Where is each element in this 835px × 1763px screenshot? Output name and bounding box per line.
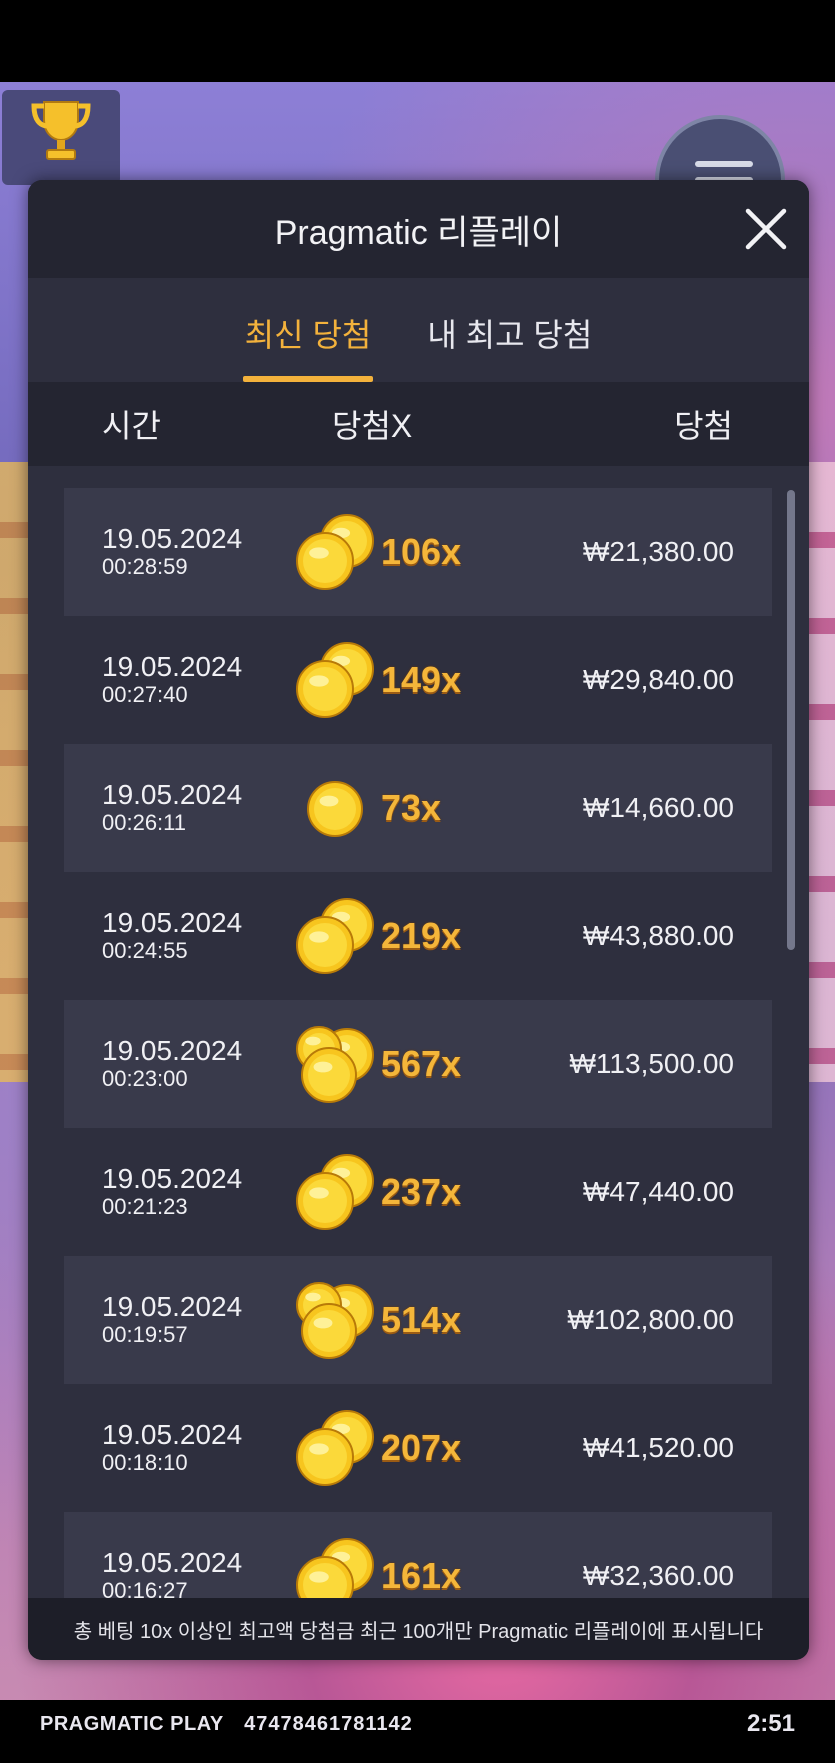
row-coins: [289, 1275, 381, 1365]
modal-header: Pragmatic 리플레이: [28, 180, 809, 278]
row-coins: [289, 507, 381, 597]
row-datetime: 19.05.2024 00:26:11: [64, 780, 289, 836]
row-date: 19.05.2024: [102, 1291, 243, 1322]
row-date: 19.05.2024: [102, 523, 243, 554]
row-win: ₩32,360.00: [583, 1560, 734, 1591]
table-row[interactable]: 19.05.2024 00:21:23 237x ₩47,440.00: [64, 1128, 772, 1256]
row-date: 19.05.2024: [102, 651, 243, 682]
row-datetime: 19.05.2024 00:27:40: [64, 652, 289, 708]
row-datetime: 19.05.2024 00:24:55: [64, 908, 289, 964]
row-time: 00:21:23: [102, 1194, 188, 1219]
row-coins: [289, 763, 381, 853]
table-row[interactable]: 19.05.2024 00:16:27 161x ₩32,360.00: [64, 1512, 772, 1598]
wins-list[interactable]: 19.05.2024 00:28:59 106x ₩21,380.00 19.0…: [28, 466, 809, 1598]
scrollbar[interactable]: [787, 490, 795, 950]
row-win: ₩41,520.00: [583, 1432, 734, 1463]
footer-note: 총 베팅 10x 이상인 최고액 당첨금 최근 100개만 Pragmatic …: [28, 1598, 809, 1660]
row-win: ₩21,380.00: [583, 536, 734, 567]
row-coins: [289, 635, 381, 725]
row-multiplier: 106x: [381, 531, 462, 572]
column-win: 당첨: [674, 408, 733, 444]
column-time: 시간: [102, 408, 161, 444]
row-datetime: 19.05.2024 00:21:23: [64, 1164, 289, 1220]
row-coins: [289, 1403, 381, 1493]
gold-coin-icon: [296, 1282, 374, 1359]
hamburger-menu-icon: [695, 161, 753, 167]
status-bar: [0, 0, 835, 82]
gold-coin-icon: [296, 514, 374, 590]
table-row[interactable]: 19.05.2024 00:26:11 73x ₩14,660.00: [64, 744, 772, 872]
row-coins: [289, 891, 381, 981]
row-time: 00:27:40: [102, 682, 188, 707]
row-date: 19.05.2024: [102, 907, 243, 938]
row-multiplier: 514x: [381, 1299, 462, 1340]
row-datetime: 19.05.2024 00:23:00: [64, 1036, 289, 1092]
row-multiplier: 161x: [381, 1555, 462, 1596]
row-time: 00:16:27: [102, 1578, 188, 1598]
tab-my-best-wins[interactable]: 내 최고 당첨: [427, 310, 592, 382]
row-multiplier: 149x: [381, 659, 462, 700]
session-id: 47478461781142: [244, 1712, 413, 1735]
row-datetime: 19.05.2024 00:16:27: [64, 1547, 289, 1599]
row-time: 00:18:10: [102, 1450, 188, 1475]
tab-bar: 최신 당첨 내 최고 당첨: [28, 278, 809, 382]
brand-logo: PRAGMATIC PLAY: [40, 1712, 224, 1735]
row-win: ₩113,500.00: [569, 1048, 735, 1079]
row-coins: [289, 1019, 381, 1109]
gold-coin-icon: [296, 642, 374, 718]
row-time: 00:28:59: [102, 554, 188, 579]
trophy-button[interactable]: [2, 90, 120, 185]
row-win: ₩29,840.00: [583, 664, 734, 695]
row-win: ₩14,660.00: [583, 792, 734, 823]
table-header: 시간 당첨X 당첨: [28, 382, 809, 466]
gold-coin-icon: [296, 898, 374, 974]
right-reel-edge: [805, 462, 835, 1082]
gold-coin-icon: [296, 1538, 374, 1598]
row-multiplier: 207x: [381, 1427, 462, 1468]
row-time: 00:23:00: [102, 1066, 188, 1091]
row-win: ₩43,880.00: [583, 920, 734, 951]
row-date: 19.05.2024: [102, 1163, 243, 1194]
row-datetime: 19.05.2024 00:28:59: [64, 524, 289, 580]
close-icon[interactable]: [743, 206, 789, 252]
gold-coin-icon: [296, 1026, 374, 1103]
row-coins: [289, 1147, 381, 1237]
replay-modal: Pragmatic 리플레이 최신 당첨 내 최고 당첨 시간 당첨X 당첨 1…: [28, 180, 809, 1660]
gold-coin-icon: [296, 1154, 374, 1230]
table-row[interactable]: 19.05.2024 00:23:00 567x ₩113,500.00: [64, 1000, 772, 1128]
row-win: ₩47,440.00: [583, 1176, 734, 1207]
row-date: 19.05.2024: [102, 1547, 243, 1578]
row-multiplier: 567x: [381, 1043, 462, 1084]
row-datetime: 19.05.2024 00:19:57: [64, 1292, 289, 1348]
gold-coin-icon: [296, 1410, 374, 1486]
table-row[interactable]: 19.05.2024 00:18:10 207x ₩41,520.00: [64, 1384, 772, 1512]
left-reel-edge: [0, 462, 28, 1082]
row-multiplier: 219x: [381, 915, 462, 956]
row-coins: [289, 1531, 381, 1598]
row-multiplier: 73x: [381, 787, 442, 828]
column-multiplier: 당첨X: [332, 408, 413, 444]
bottom-info: PRAGMATIC PLAY 47478461781142 2:51: [0, 1700, 835, 1748]
table-row[interactable]: 19.05.2024 00:19:57 514x ₩102,800.00: [64, 1256, 772, 1384]
row-time: 00:19:57: [102, 1322, 188, 1347]
table-row[interactable]: 19.05.2024 00:24:55 219x ₩43,880.00: [64, 872, 772, 1000]
modal-title: Pragmatic 리플레이: [274, 213, 563, 252]
table-row[interactable]: 19.05.2024 00:28:59 106x ₩21,380.00: [64, 488, 772, 616]
row-win: ₩102,800.00: [567, 1304, 734, 1335]
row-date: 19.05.2024: [102, 1035, 243, 1066]
gold-coin-icon: [307, 781, 363, 837]
row-time: 00:26:11: [102, 810, 187, 835]
table-row[interactable]: 19.05.2024 00:27:40 149x ₩29,840.00: [64, 616, 772, 744]
row-date: 19.05.2024: [102, 1419, 243, 1450]
row-multiplier: 237x: [381, 1171, 462, 1212]
row-date: 19.05.2024: [102, 779, 243, 810]
tab-latest-wins[interactable]: 최신 당첨: [242, 310, 373, 382]
row-datetime: 19.05.2024 00:18:10: [64, 1420, 289, 1476]
clock: 2:51: [746, 1710, 795, 1737]
row-time: 00:24:55: [102, 938, 188, 963]
trophy-icon: [31, 101, 91, 160]
